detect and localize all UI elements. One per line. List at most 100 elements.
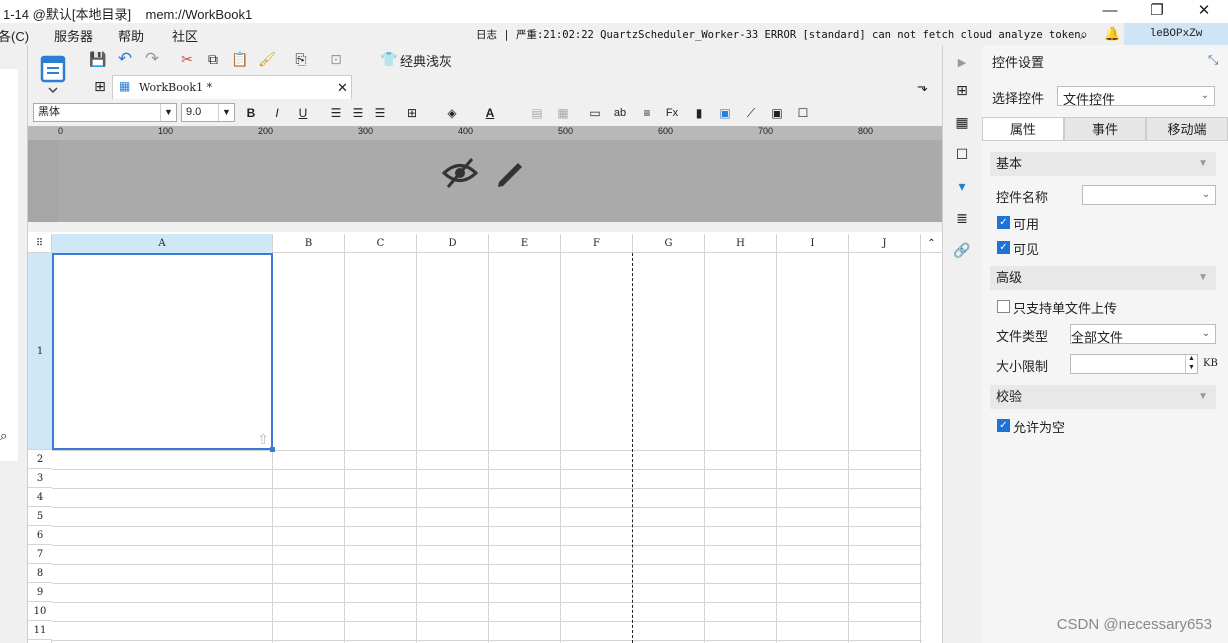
redo-icon[interactable]: ↷	[142, 49, 162, 69]
minimize-button[interactable]: —	[1090, 1, 1130, 21]
size-limit-input[interactable]: ▲ ▼	[1070, 354, 1198, 374]
eye-off-icon[interactable]	[442, 156, 478, 190]
formula-icon[interactable]: Fx	[663, 104, 681, 122]
widget-type-select[interactable]: 文件控件 ⌄	[1057, 86, 1215, 107]
spinner-up-icon[interactable]: ▲	[1185, 355, 1197, 364]
section-validation[interactable]: 校验 ▼	[990, 385, 1216, 409]
row-header-6[interactable]: 6	[28, 526, 52, 545]
row-header-11[interactable]: 11	[28, 621, 52, 640]
column-header-b[interactable]: B	[273, 234, 345, 253]
format-painter-icon[interactable]: 🖌	[257, 49, 277, 69]
italic-button[interactable]: I	[268, 104, 286, 122]
align-right-icon[interactable]: ☰	[371, 104, 389, 122]
selected-cell-a1[interactable]: ⇧	[52, 253, 275, 452]
row-header-2[interactable]: 2	[28, 450, 52, 469]
frame-icon[interactable]: ☐	[794, 104, 812, 122]
condition-icon[interactable]: ≣	[952, 208, 972, 228]
tab-workbook1[interactable]: ▦ WorkBook1 * ✕	[112, 75, 352, 99]
grid-icon[interactable]: ⊞	[90, 76, 110, 96]
fill-color-icon[interactable]: ◈	[443, 104, 461, 122]
user-badge[interactable]: leBOPxZw	[1124, 23, 1228, 45]
column-header-a[interactable]: A	[52, 234, 273, 253]
column-header-f[interactable]: F	[561, 234, 633, 253]
file-type-select[interactable]: 全部文件 ⌄	[1070, 324, 1216, 345]
row-header-5[interactable]: 5	[28, 507, 52, 526]
chart-icon[interactable]: ▮	[690, 104, 708, 122]
tab-close-icon[interactable]: ✕	[337, 80, 348, 96]
select-all-corner[interactable]: ⠿	[28, 234, 52, 253]
align-center-icon[interactable]: ☰	[349, 104, 367, 122]
split-icon[interactable]: ▦	[554, 104, 572, 122]
shirt-icon[interactable]: 👕	[380, 51, 397, 68]
row-header-3[interactable]: 3	[28, 469, 52, 488]
layout-icon[interactable]: ⊞	[952, 80, 972, 100]
edit-icon[interactable]	[494, 156, 526, 190]
subreport-icon[interactable]: ▣	[768, 104, 786, 122]
paste-icon[interactable]: 📋	[230, 49, 250, 69]
border-frame-icon[interactable]: ☐	[952, 144, 972, 164]
chevron-right-icon[interactable]: ▶	[952, 53, 972, 73]
label-icon[interactable]: ab	[611, 104, 629, 122]
size-select[interactable]: 9.0 ▼	[181, 103, 235, 122]
enabled-checkbox[interactable]: ✓	[997, 216, 1010, 229]
paragraph-icon[interactable]: ≡	[638, 104, 656, 122]
parameter-pane[interactable]	[58, 140, 942, 222]
template-icon[interactable]	[38, 52, 68, 96]
row-header-1[interactable]: 1	[28, 253, 52, 450]
save-icon[interactable]: 💾	[88, 49, 108, 69]
log-message[interactable]: 日志 | 严重:21:02:22 QuartzScheduler_Worker-…	[476, 27, 1087, 42]
column-header-c[interactable]: C	[345, 234, 417, 253]
theme-label[interactable]: 经典浅灰	[400, 51, 452, 70]
align-left-icon[interactable]: ☰	[327, 104, 345, 122]
link-icon[interactable]: 🔗	[952, 240, 972, 260]
restore-button[interactable]: ❐	[1137, 1, 1177, 21]
image-icon[interactable]: ▣	[716, 104, 734, 122]
preview-icon[interactable]: ⎘	[291, 49, 311, 69]
font-select[interactable]: 黑体 ▼	[33, 103, 177, 122]
fill-handle[interactable]	[270, 447, 275, 452]
bold-button[interactable]: B	[242, 104, 260, 122]
column-header-d[interactable]: D	[417, 234, 489, 253]
column-header-h[interactable]: H	[705, 234, 777, 253]
scroll-up-icon[interactable]: ⌃	[921, 234, 942, 253]
menu-item-community[interactable]: 社区	[172, 26, 198, 45]
slash-icon[interactable]: ⟋	[742, 104, 760, 122]
tab-mobile[interactable]: 移动端	[1146, 117, 1228, 141]
section-basic[interactable]: 基本 ▼	[990, 152, 1216, 176]
visible-checkbox[interactable]: ✓	[997, 241, 1010, 254]
menu-item-server[interactable]: 服务器	[54, 26, 93, 45]
cell-attr-icon[interactable]: ▦	[952, 112, 972, 132]
tab-events[interactable]: 事件	[1064, 117, 1146, 141]
tab-properties[interactable]: 属性	[982, 117, 1064, 141]
merge-icon[interactable]: ▤	[528, 104, 546, 122]
menu-item-help[interactable]: 帮助	[118, 26, 144, 45]
spinner-down-icon[interactable]: ▼	[1185, 364, 1197, 373]
collapse-icon[interactable]: ⤡	[1208, 52, 1218, 68]
row-header-4[interactable]: 4	[28, 488, 52, 507]
row-header-10[interactable]: 10	[28, 602, 52, 621]
row-header-8[interactable]: 8	[28, 564, 52, 583]
cut-icon[interactable]: ✂	[177, 49, 197, 69]
border-icon[interactable]: ⊞	[403, 104, 421, 122]
section-advanced[interactable]: 高级 ▼	[990, 266, 1216, 290]
close-button[interactable]: ✕	[1184, 1, 1224, 21]
widget-name-input[interactable]: ⌄	[1082, 185, 1216, 205]
font-color-icon[interactable]: A	[481, 104, 499, 122]
left-tree-panel[interactable]	[0, 69, 18, 461]
bell-icon[interactable]: 🔔	[1104, 26, 1120, 42]
zoom-icon[interactable]: ⊡	[326, 49, 346, 69]
search-icon[interactable]: ⌕	[1080, 26, 1088, 43]
allow-empty-checkbox[interactable]: ✓	[997, 419, 1010, 432]
row-header-7[interactable]: 7	[28, 545, 52, 564]
undo-icon[interactable]: ↶	[115, 49, 135, 69]
single-upload-checkbox[interactable]	[997, 300, 1010, 313]
column-header-g[interactable]: G	[633, 234, 705, 253]
column-header-e[interactable]: E	[489, 234, 561, 253]
search-icon[interactable]: ⌕	[0, 428, 7, 444]
menu-item-clip[interactable]: 各(C)	[0, 26, 29, 45]
expand-icon[interactable]: ⬎	[917, 79, 928, 95]
column-header-i[interactable]: I	[777, 234, 849, 253]
copy-icon[interactable]: ⧉	[203, 49, 223, 69]
widget-settings-icon[interactable]: ▾	[952, 176, 972, 196]
row-header-9[interactable]: 9	[28, 583, 52, 602]
